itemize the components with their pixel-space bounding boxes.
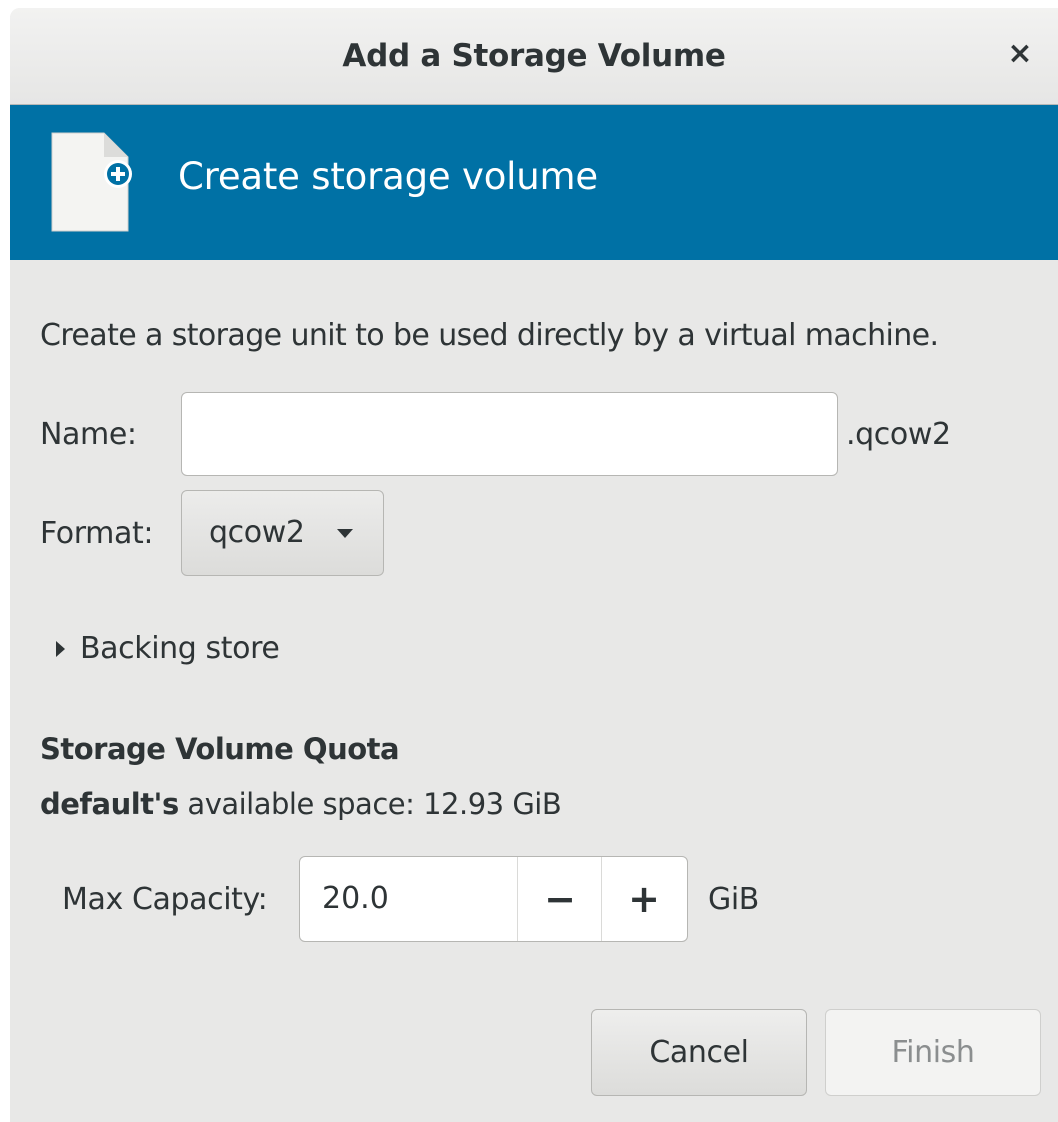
cancel-button[interactable]: Cancel (591, 1009, 807, 1096)
chevron-down-icon (337, 529, 353, 538)
close-button[interactable]: × (1002, 34, 1038, 74)
backing-store-label: Backing store (80, 631, 280, 666)
title-bar: Add a Storage Volume × (10, 8, 1058, 105)
max-capacity-value[interactable]: 20.0 (322, 881, 389, 916)
dialog-window: Add a Storage Volume × Create storage vo… (10, 8, 1058, 1122)
description-text: Create a storage unit to be used directl… (40, 318, 939, 353)
max-capacity-spinbutton[interactable]: 20.0 − + (299, 856, 688, 942)
banner-title: Create storage volume (178, 155, 598, 198)
dialog-content: Create a storage unit to be used directl… (10, 260, 1058, 1122)
format-selected-value: qcow2 (209, 515, 305, 550)
finish-button[interactable]: Finish (825, 1009, 1041, 1096)
header-banner: Create storage volume (10, 105, 1058, 260)
format-dropdown[interactable]: qcow2 (181, 490, 384, 576)
decrement-button[interactable]: − (517, 857, 602, 941)
increment-button[interactable]: + (601, 857, 686, 941)
dialog-title: Add a Storage Volume (342, 38, 726, 74)
name-input[interactable] (181, 392, 838, 476)
quota-heading: Storage Volume Quota (40, 732, 400, 766)
new-file-icon (51, 132, 132, 232)
format-label: Format: (40, 516, 154, 551)
name-suffix: .qcow2 (846, 417, 951, 452)
expander-arrow-icon (56, 641, 65, 657)
name-label: Name: (40, 417, 137, 452)
max-capacity-label: Max Capacity: (62, 882, 268, 917)
available-space-text: available space: 12.93 GiB (187, 787, 562, 821)
pool-name: default's (40, 787, 179, 821)
capacity-unit: GiB (708, 882, 759, 917)
quota-available-space: default's available space: 12.93 GiB (40, 787, 562, 821)
